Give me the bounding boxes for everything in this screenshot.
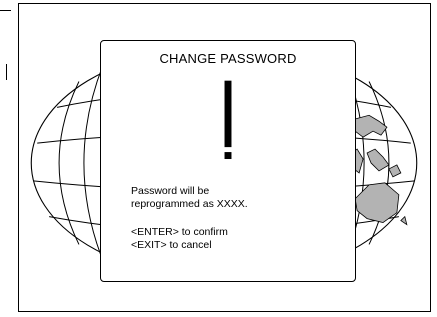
margin-mark bbox=[6, 64, 7, 80]
message-line: reprogrammed as XXXX. bbox=[131, 198, 248, 210]
projector-screen: CHANGE PASSWORD Password will be reprogr… bbox=[18, 3, 431, 312]
change-password-dialog: CHANGE PASSWORD Password will be reprogr… bbox=[100, 40, 356, 282]
message-line: Password will be bbox=[131, 185, 210, 197]
cancel-hint: <EXIT> to cancel bbox=[131, 239, 212, 251]
confirm-hint: <ENTER> to confirm bbox=[131, 226, 228, 238]
margin-mark bbox=[0, 10, 11, 11]
